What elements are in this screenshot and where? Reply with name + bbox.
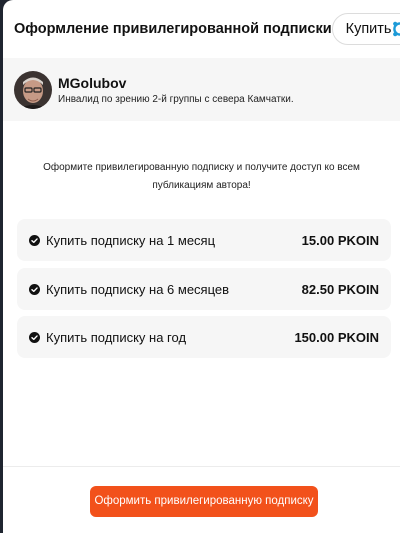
plan-6-months[interactable]: Купить подписку на 6 месяцев 82.50 PKOIN: [17, 268, 391, 310]
plan-price: 82.50 PKOIN: [301, 281, 379, 297]
dialog-header: Оформление привилегированной подписки Ку…: [3, 0, 400, 58]
check-circle-icon: [29, 283, 40, 295]
dialog-title: Оформление привилегированной подписки: [14, 21, 332, 37]
intro-text: Оформите привилегированную подписку и по…: [43, 162, 360, 191]
subscribe-button[interactable]: Оформить привилегированную подписку: [90, 486, 318, 517]
author-card[interactable]: MGolubov Инвалид по зрению 2-й группы с …: [3, 58, 400, 121]
dialog-footer: Оформить привилегированную подписку: [3, 466, 400, 533]
plan-label: Купить подписку на год: [46, 329, 187, 345]
plan-price: 15.00 PKOIN: [301, 232, 379, 248]
plan-price: 150.00 PKOIN: [294, 329, 379, 345]
refresh-cycle-icon: [393, 21, 400, 37]
buy-button[interactable]: Купить: [331, 13, 400, 45]
check-circle-icon: [29, 234, 40, 246]
subscription-dialog: Оформление привилегированной подписки Ку…: [3, 0, 400, 533]
author-info: MGolubov Инвалид по зрению 2-й группы с …: [58, 75, 294, 105]
plan-label: Купить подписку на 1 месяц: [46, 232, 216, 248]
check-circle-icon: [29, 331, 40, 343]
avatar-photo: [14, 70, 52, 109]
author-name[interactable]: MGolubov: [58, 75, 294, 91]
plan-1-month[interactable]: Купить подписку на 1 месяц 15.00 PKOIN: [17, 219, 391, 261]
plan-1-year[interactable]: Купить подписку на год 150.00 PKOIN: [17, 316, 391, 358]
author-description: Инвалид по зрению 2-й группы с севера Ка…: [58, 93, 294, 105]
plan-label: Купить подписку на 6 месяцев: [46, 281, 230, 297]
avatar[interactable]: [14, 70, 52, 109]
buy-button-label: Купить: [345, 21, 392, 37]
